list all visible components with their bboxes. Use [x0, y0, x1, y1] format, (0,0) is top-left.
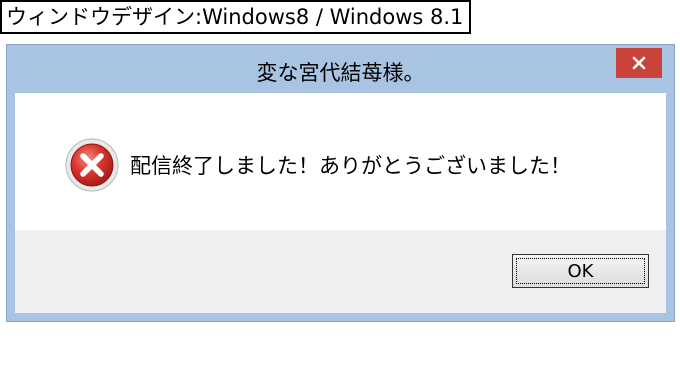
caption-label: ウィンドウデザイン:Windows8 / Windows 8.1	[0, 0, 472, 34]
title-bar[interactable]: 変な宮代結苺様。	[7, 45, 674, 92]
error-icon	[65, 138, 119, 192]
ok-button[interactable]: OK	[512, 254, 649, 288]
message-area: 配信終了しました！ありがとうございました！	[15, 93, 666, 230]
button-area: OK	[15, 230, 666, 313]
dialog-window: 変な宮代結苺様。 配信終了しました！ありがとうございました！ OK	[6, 44, 675, 322]
close-button[interactable]	[616, 48, 662, 78]
dialog-body: 配信終了しました！ありがとうございました！ OK	[15, 93, 666, 313]
close-icon	[632, 56, 646, 70]
window-title: 変な宮代結苺様。	[256, 61, 425, 85]
message-text: 配信終了しました！ありがとうございました！	[130, 154, 571, 178]
